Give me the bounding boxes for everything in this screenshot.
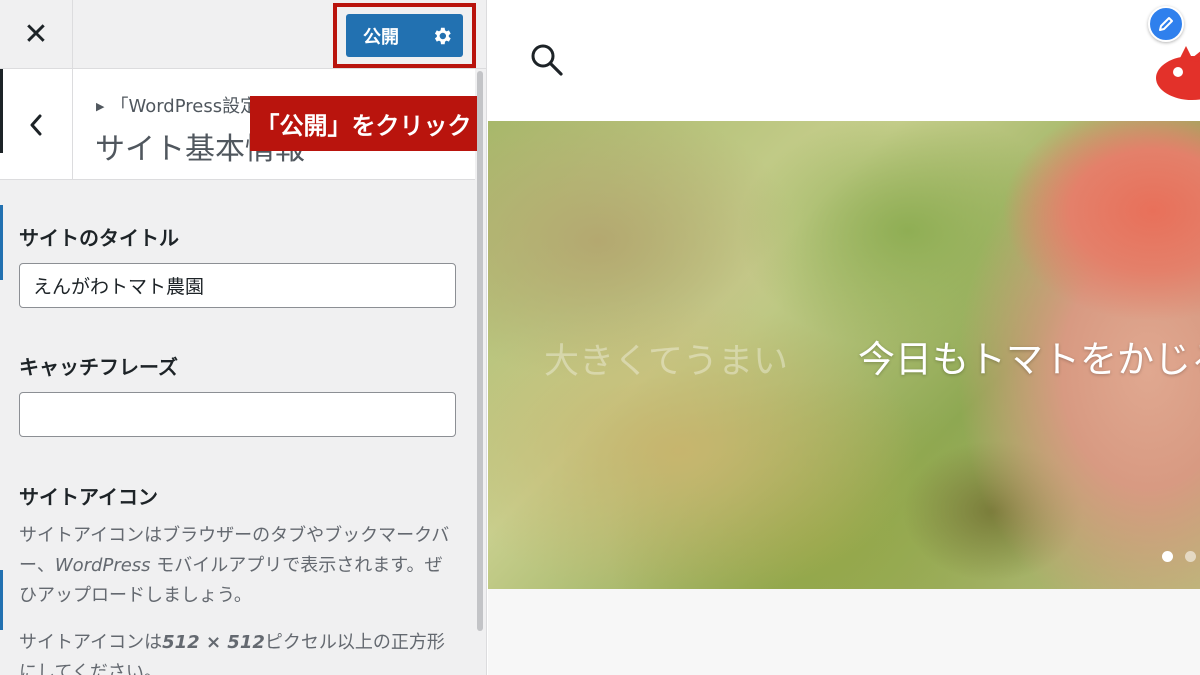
site-title-label: サイトのタイトル [19, 226, 179, 250]
breadcrumb: ▶ 「WordPress設定 [96, 92, 258, 118]
breadcrumb-triangle-icon: ▶ [96, 100, 105, 113]
pencil-icon[interactable] [1148, 6, 1184, 42]
preview-header [488, 0, 1200, 121]
publish-highlight-box [333, 3, 476, 68]
hero-previous-slide-text: 大きくてうまい [544, 342, 788, 382]
chevron-left-icon [30, 114, 42, 135]
preview-content-area [488, 589, 1200, 675]
breadcrumb-text: 「WordPress設定 [110, 96, 259, 117]
tagline-input[interactable] [19, 392, 456, 437]
hero-image: 大きくてうまい 今日もトマトをかじる [488, 121, 1200, 589]
site-icon-description: サイトアイコンはブラウザーのタブやブックマークバー、WordPress モバイル… [19, 521, 459, 611]
site-icon-label: サイトアイコン [19, 485, 158, 509]
hero-text: 今日もトマトをかじる [858, 338, 1200, 381]
slider-dot-2[interactable] [1185, 551, 1196, 562]
tomato-logo [1156, 46, 1200, 100]
size-note-dimension: 512 × 512 [162, 632, 265, 653]
scrollbar-thumb[interactable] [477, 71, 483, 631]
instruction-callout: 「公開」をクリック [250, 96, 477, 151]
back-button[interactable] [0, 69, 73, 180]
section-accent [0, 570, 3, 630]
site-title-input[interactable] [19, 263, 456, 308]
close-icon: ✕ [23, 17, 49, 52]
customizer-sidebar: ✕ 公開 ▶「WordPress設定 サイト基本情報 サイトのタイトル キャッチ… [0, 0, 487, 675]
focus-accent [0, 205, 3, 280]
search-icon[interactable] [530, 43, 564, 77]
sidebar-scrollbar[interactable] [476, 69, 484, 675]
close-button[interactable]: ✕ [0, 0, 73, 69]
slider-dot-1[interactable] [1162, 551, 1173, 562]
size-note-text: サイトアイコンは [19, 632, 163, 653]
site-identity-panel: サイトのタイトル キャッチフレーズ サイトアイコン サイトアイコンはブラウザーの… [0, 180, 475, 675]
site-preview: 大きくてうまい 今日もトマトをかじる [488, 0, 1200, 675]
tagline-label: キャッチフレーズ [19, 355, 178, 379]
site-icon-size-note: サイトアイコンは512 × 512ピクセル以上の正方形にしてください。 [19, 628, 459, 675]
desc-wordpress: WordPress [54, 555, 151, 576]
